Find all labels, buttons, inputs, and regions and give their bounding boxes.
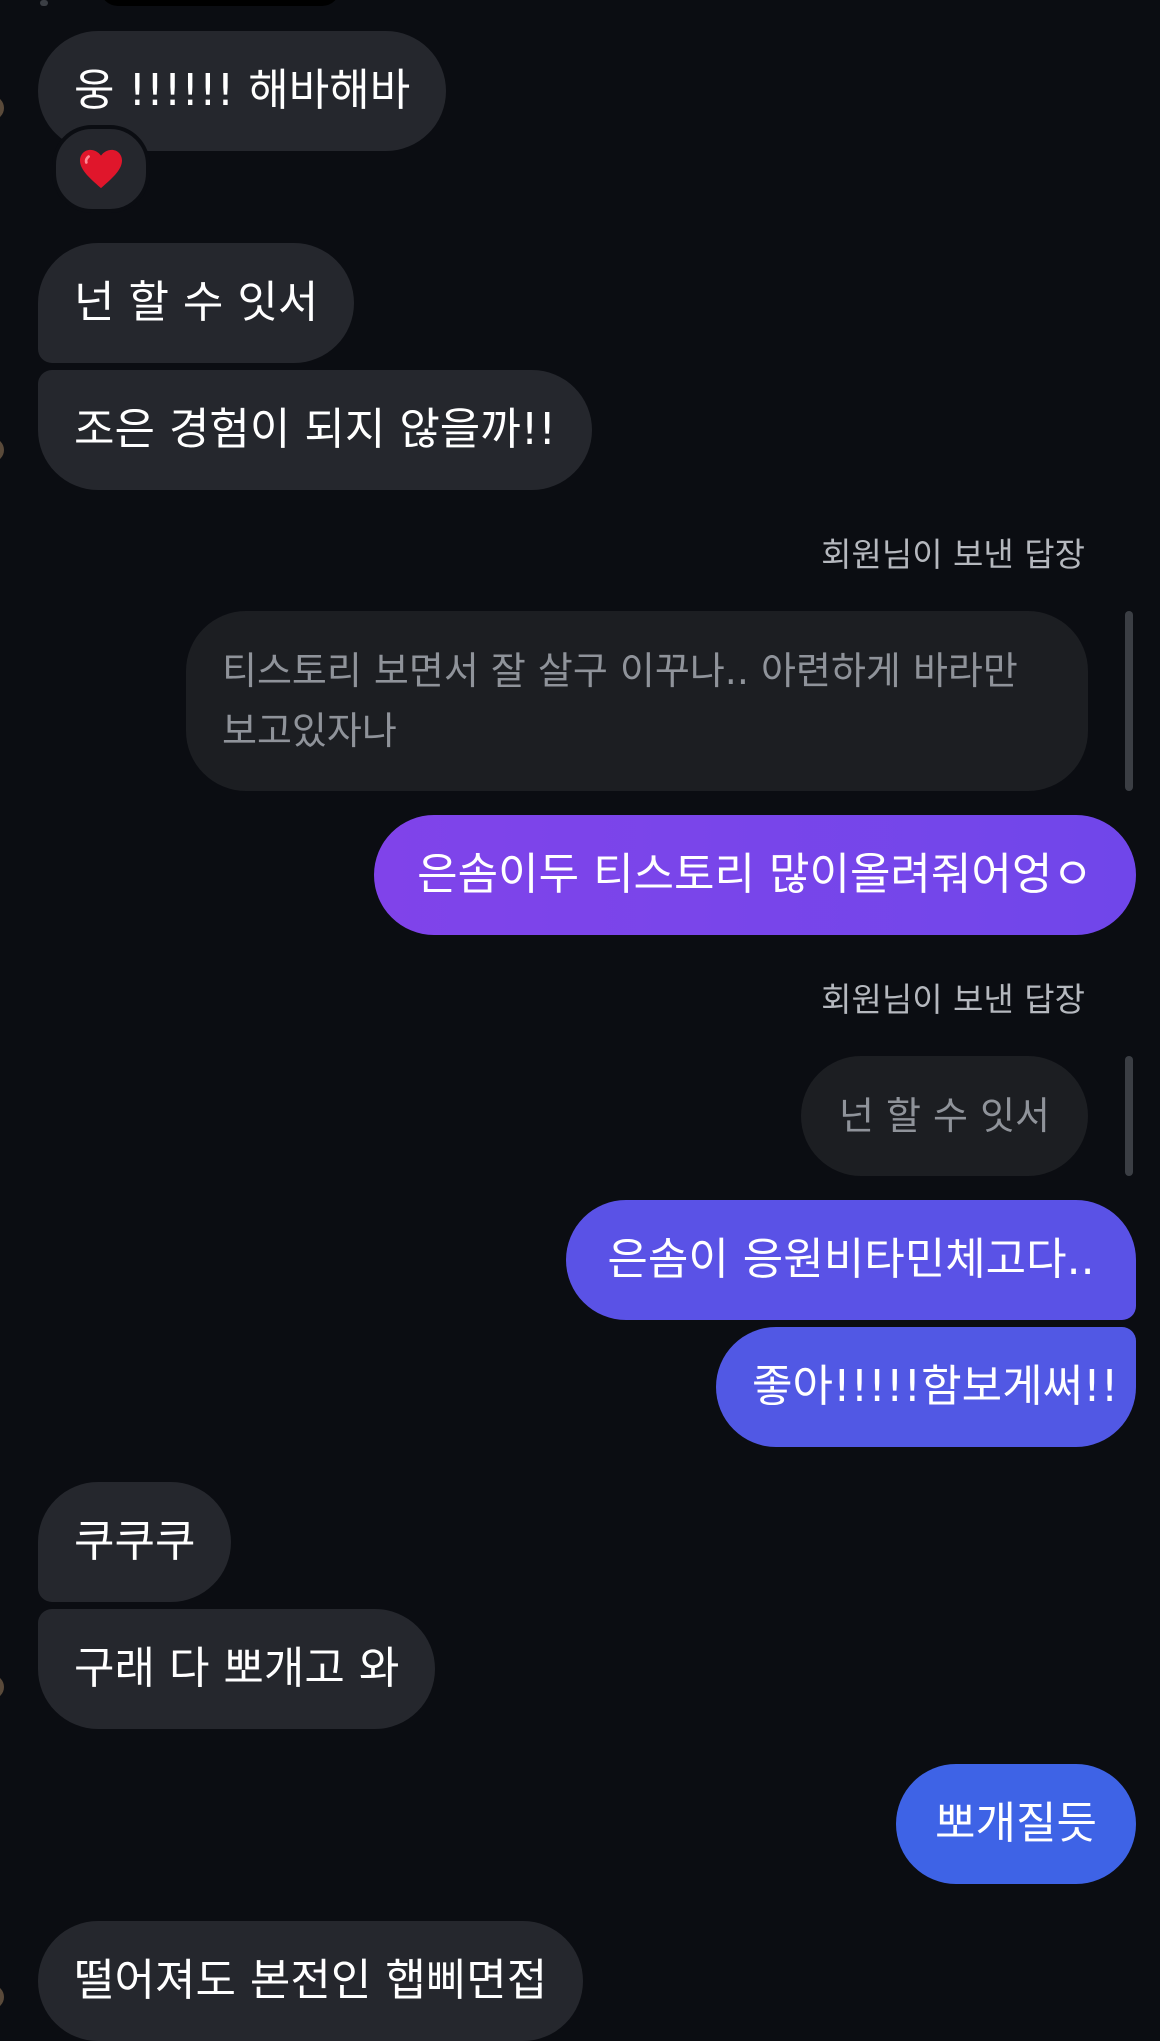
reply-bar-top <box>40 0 48 6</box>
outgoing-message[interactable]: 좋아!!!!!함보게써!! <box>716 1327 1136 1447</box>
heart-icon <box>80 149 122 189</box>
incoming-message[interactable]: 쿠쿠쿠 <box>38 1482 232 1602</box>
reply-indicator-bar <box>1125 1056 1133 1176</box>
sender-avatar[interactable] <box>0 1985 4 2009</box>
reply-indicator-bar <box>1125 611 1133 791</box>
message-text: 은솜이 응원비타민체고다.. <box>607 1234 1095 1285</box>
quoted-text: 보고있자나 <box>222 709 397 753</box>
sender-avatar[interactable] <box>0 96 4 120</box>
message-text: 은솜이두 티스토리 많이올려줘어엉ㅇ <box>417 849 1093 900</box>
quoted-text: 넌 할 수 잇서 <box>838 1094 1051 1138</box>
chat-thread: 웅 !!!!!! 해바해바 넌 할 수 잇서 조은 경험이 되지 않을까!! 회… <box>0 0 1160 2041</box>
message-text: 웅 !!!!!! 해바해바 <box>74 65 411 116</box>
incoming-message[interactable]: 떨어져도 본전인 햅삐면접 <box>38 1921 584 2041</box>
message-text: 조은 경험이 되지 않을까!! <box>74 404 557 455</box>
incoming-message[interactable]: 넌 할 수 잇서 <box>38 243 355 363</box>
message-text: 좋아!!!!!함보게써!! <box>752 1361 1119 1412</box>
quoted-message[interactable]: 넌 할 수 잇서 <box>801 1056 1088 1176</box>
reply-label: 회원님이 보낸 답장 <box>821 980 1085 1019</box>
outgoing-message[interactable]: 뽀개질듯 <box>896 1764 1136 1884</box>
message-text: 넌 할 수 잇서 <box>74 277 319 328</box>
quoted-text: 티스토리 보면서 잘 살구 이꾸나.. 아련하게 바라만 <box>222 649 1018 693</box>
quoted-message[interactable]: 티스토리 보면서 잘 살구 이꾸나.. 아련하게 바라만 보고있자나 <box>186 611 1088 791</box>
incoming-message[interactable]: 구래 다 뽀개고 와 <box>38 1609 436 1729</box>
outgoing-message[interactable]: 은솜이 응원비타민체고다.. <box>566 1200 1136 1320</box>
reaction-badge[interactable] <box>52 125 150 213</box>
outgoing-message[interactable]: 은솜이두 티스토리 많이올려줘어엉ㅇ <box>374 815 1136 935</box>
previous-message-edge <box>100 0 340 6</box>
incoming-message[interactable]: 조은 경험이 되지 않을까!! <box>38 370 593 490</box>
reply-label: 회원님이 보낸 답장 <box>821 535 1085 574</box>
message-text: 쿠쿠쿠 <box>74 1516 196 1567</box>
sender-avatar[interactable] <box>0 1675 4 1699</box>
message-text: 뽀개질듯 <box>935 1798 1097 1849</box>
sender-avatar[interactable] <box>0 438 4 462</box>
message-text: 떨어져도 본전인 햅삐면접 <box>74 1955 548 2006</box>
message-text: 구래 다 뽀개고 와 <box>74 1643 400 1694</box>
